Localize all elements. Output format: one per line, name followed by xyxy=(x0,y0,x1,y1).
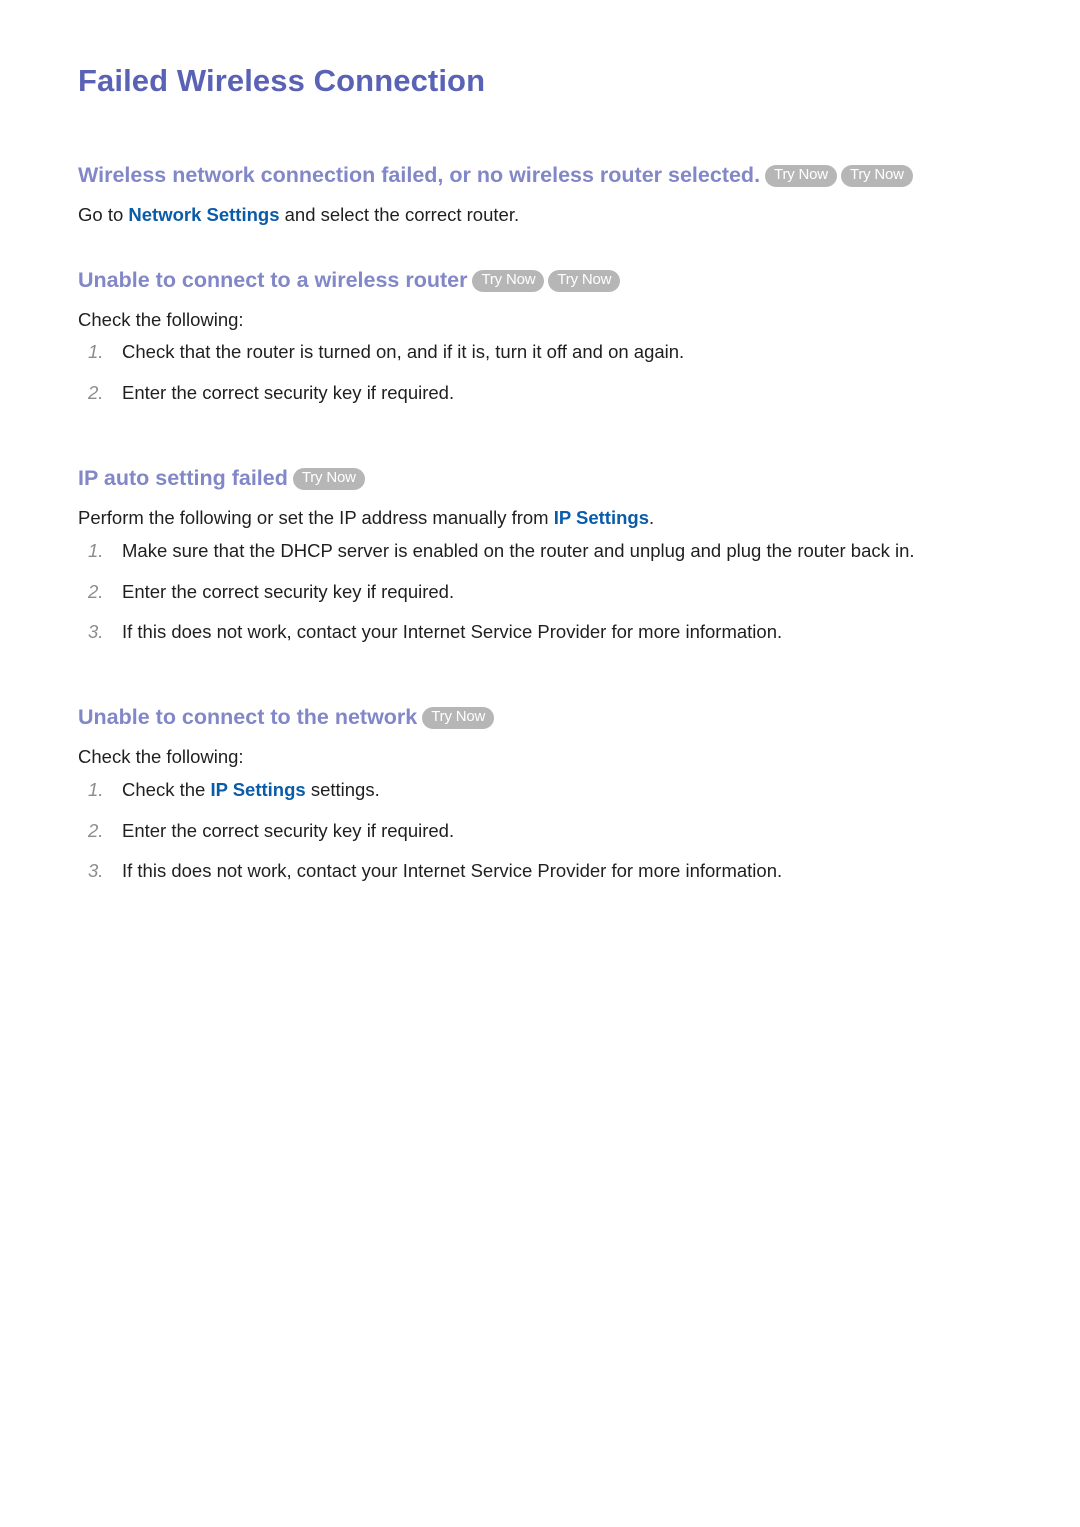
list-item-number: 2. xyxy=(88,382,104,404)
list-item-number: 3. xyxy=(88,621,104,643)
link-network-settings[interactable]: Network Settings xyxy=(128,204,279,225)
list-item: 2. Enter the correct security key if req… xyxy=(78,380,1020,407)
intro-text-after: and select the correct router. xyxy=(279,204,520,226)
section-unable-to-connect-to-a-wireless-router: Unable to connect to a wireless router Tr… xyxy=(78,267,1020,407)
section-heading-label: IP auto setting failed xyxy=(78,466,288,491)
try-now-badge[interactable]: Try Now xyxy=(765,165,837,188)
intro-text-after: . xyxy=(649,506,655,528)
list-item-number: 2. xyxy=(88,819,104,841)
list-item: 2. Enter the correct security key if req… xyxy=(78,579,1020,606)
list-item-text: Check that the router is turned on, and … xyxy=(122,341,685,363)
list-item: 2. Enter the correct security key if req… xyxy=(78,818,1020,845)
steps-list: 1. Make sure that the DHCP server is ena… xyxy=(78,538,1020,646)
steps-list: 1. Check the IP Settings settings. 2. En… xyxy=(78,777,1020,885)
document-page: Failed Wireless Connection Wireless netw… xyxy=(0,0,1080,1527)
list-item-text: Enter the correct security key if requir… xyxy=(122,819,455,841)
section-heading: Unable to connect to the network Try Now xyxy=(78,704,1020,731)
try-now-badge[interactable]: Try Now xyxy=(840,165,913,188)
list-item-number: 3. xyxy=(88,860,104,882)
list-item-number: 2. xyxy=(88,580,104,602)
try-now-badge[interactable]: Try Now xyxy=(472,269,545,292)
list-item: 1. Check that the router is turned on, a… xyxy=(78,339,1020,366)
list-item: 3. If this does not work, contact your I… xyxy=(78,619,1020,646)
section-unable-to-connect-to-the-network: Unable to connect to the network Try Now … xyxy=(78,704,1020,885)
list-item: 3. If this does not work, contact your I… xyxy=(78,858,1020,885)
section-intro: Perform the following or set the IP addr… xyxy=(78,504,1020,532)
page-title: Failed Wireless Connection xyxy=(78,63,486,98)
list-item-text: If this does not work, contact your Inte… xyxy=(122,860,783,882)
list-item-text: If this does not work, contact your Inte… xyxy=(122,621,783,643)
document-content: Failed Wireless Connection Wireless netw… xyxy=(0,0,1080,885)
try-now-badge[interactable]: Try Now xyxy=(548,269,621,292)
section-heading-label: Unable to connect to the network xyxy=(78,705,418,730)
steps-list: 1. Check that the router is turned on, a… xyxy=(78,339,1020,407)
try-now-badge[interactable]: Try Now xyxy=(292,468,365,491)
section-heading: IP auto setting failed Try Now xyxy=(78,465,1020,492)
list-item: 1. Make sure that the DHCP server is ena… xyxy=(78,538,1020,565)
try-now-badge[interactable]: Try Now xyxy=(422,707,495,730)
link-ip-settings[interactable]: IP Settings xyxy=(210,779,305,800)
section-heading: Unable to connect to a wireless router Tr… xyxy=(78,267,1020,294)
list-item-text: Enter the correct security key if requir… xyxy=(122,382,455,404)
list-item-number: 1. xyxy=(88,778,104,800)
section-intro: Go to Network Settings and select the co… xyxy=(78,201,1020,229)
section-heading-label: Unable to connect to a wireless router xyxy=(78,267,468,292)
list-item-text: Make sure that the DHCP server is enable… xyxy=(122,539,915,561)
section-ip-auto-setting-failed: IP auto setting failed Try Now Perform th… xyxy=(78,465,1020,646)
list-item-number: 1. xyxy=(88,539,104,561)
section-heading-label: Wireless network connection failed, or n… xyxy=(78,163,761,188)
section-heading: Wireless network connection failed, or n… xyxy=(78,162,1020,189)
list-item-text: Enter the correct security key if requir… xyxy=(122,580,455,602)
list-item-text-before: Check the xyxy=(122,778,211,800)
intro-text-before: Go to xyxy=(78,204,129,226)
list-item-number: 1. xyxy=(88,341,104,363)
section-intro: Check the following: xyxy=(78,308,244,330)
link-ip-settings[interactable]: IP Settings xyxy=(554,507,649,528)
section-wireless-network-connection-failed: Wireless network connection failed, or n… xyxy=(78,162,1020,229)
list-item-text-after: settings. xyxy=(305,778,380,800)
list-item: 1. Check the IP Settings settings. xyxy=(78,777,1020,804)
section-intro: Check the following: xyxy=(78,746,244,767)
intro-text-before: Perform the following or set the IP addr… xyxy=(78,506,554,528)
